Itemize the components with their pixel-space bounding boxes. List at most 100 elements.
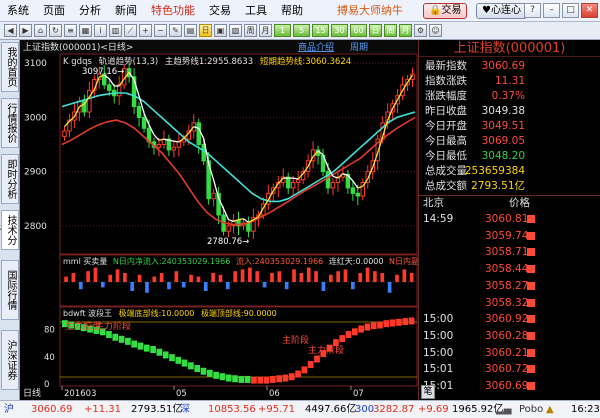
tick-row: 15:01 3060.72 bbox=[419, 361, 600, 377]
period-1min-button[interactable]: 1 bbox=[274, 24, 291, 37]
menu-analysis[interactable]: 分析 bbox=[72, 0, 108, 22]
tool-kline-icon[interactable]: ▥ bbox=[109, 24, 122, 37]
tick-marker bbox=[527, 265, 535, 274]
tab-intraday[interactable]: 即时分析 bbox=[1, 154, 19, 204]
wave-block bbox=[288, 373, 295, 381]
heart-connect-button[interactable]: ♥心连心 bbox=[476, 3, 527, 19]
period-60min-button[interactable]: 60 bbox=[350, 24, 367, 37]
period-15min-button[interactable]: 15 bbox=[312, 24, 329, 37]
tick-marker bbox=[527, 215, 535, 223]
tick-time: 15:00 bbox=[423, 329, 454, 342]
tab-tech[interactable]: 技术分析 bbox=[1, 210, 19, 250]
tool-zoom-out-icon[interactable]: − bbox=[154, 24, 167, 37]
menu-news[interactable]: 新闻 bbox=[108, 0, 144, 22]
tool-multi-icon[interactable]: ▧ bbox=[229, 24, 242, 37]
tool-period-icon[interactable]: ▣ bbox=[214, 24, 227, 37]
quote-value: 253659384 bbox=[464, 165, 525, 177]
price-tick-label: 3000 bbox=[24, 113, 47, 123]
volume-bar bbox=[93, 267, 98, 282]
wave-block bbox=[188, 362, 194, 370]
quote-row: 总成交额 2793.51亿 bbox=[419, 179, 600, 193]
volume-bar bbox=[181, 282, 186, 288]
wave-block bbox=[339, 335, 346, 343]
wave-block bbox=[131, 340, 138, 348]
period-30min-button[interactable]: 30 bbox=[331, 24, 348, 37]
tick-row: 3058.44 bbox=[419, 261, 600, 277]
period-label[interactable]: 周期 bbox=[350, 42, 368, 53]
tool-draw-icon[interactable]: ✎ bbox=[169, 24, 182, 37]
tool-home-icon[interactable]: ⌂ bbox=[34, 24, 47, 37]
tab-my-home[interactable]: 我的首页 bbox=[1, 42, 19, 92]
ticks-header: 北京 价格 bbox=[419, 195, 600, 209]
wave-block bbox=[200, 367, 207, 375]
tool-settings-icon[interactable]: ⚙ bbox=[414, 24, 427, 37]
tool-month-icon[interactable]: 月 bbox=[259, 24, 272, 37]
tool-green-c-icon[interactable]: 月 bbox=[399, 24, 412, 37]
tick-row: 3058.27 bbox=[419, 278, 600, 294]
tool-trend-icon[interactable]: ⟋ bbox=[124, 24, 137, 37]
tool-green-a-icon[interactable]: 日 bbox=[369, 24, 382, 37]
tool-note-icon[interactable]: ▤ bbox=[184, 24, 197, 37]
candle bbox=[171, 146, 177, 151]
tool-forward-icon[interactable]: ▶ bbox=[19, 24, 32, 37]
volume-bar bbox=[314, 271, 318, 282]
status-sz-change: +95.71 bbox=[258, 404, 296, 415]
tick-row: 15:00 3060.28 bbox=[419, 328, 600, 344]
minimize-icon[interactable]: – bbox=[543, 3, 560, 18]
menu-tools[interactable]: 工具 bbox=[238, 0, 274, 22]
tab-global[interactable]: 国际行情 bbox=[1, 260, 19, 320]
volume-bar bbox=[292, 269, 296, 282]
tick-price: 3059.74 bbox=[485, 229, 529, 242]
tick-row: 15:01 3060.69 bbox=[419, 378, 600, 394]
tick-time: 15:00 bbox=[423, 346, 454, 359]
tool-grid-icon[interactable]: ▦ bbox=[79, 24, 92, 37]
wave-block bbox=[194, 365, 201, 373]
wave-tick-label: 80 bbox=[44, 326, 55, 336]
tab-quotes[interactable]: 行情报价 bbox=[1, 98, 19, 148]
wave-header: bdwft 波段王 极端底部线:10.0000 极端顶部线:90.0000 bbox=[63, 308, 277, 318]
maximize-icon[interactable]: □ bbox=[562, 3, 579, 18]
wave-block bbox=[175, 356, 182, 364]
tool-green-b-icon[interactable]: 周 bbox=[384, 24, 397, 37]
wave-block bbox=[162, 351, 169, 359]
vol-outflow: 流入:240353029.1966 bbox=[236, 256, 323, 266]
tool-list-icon[interactable]: ≡ bbox=[64, 24, 77, 37]
menu-trade[interactable]: 交易 bbox=[202, 0, 238, 22]
close-icon[interactable]: ✕ bbox=[581, 3, 598, 18]
ticks-header-right: 价格 bbox=[509, 197, 530, 209]
menu-system[interactable]: 系统 bbox=[0, 0, 36, 22]
wave-block bbox=[238, 375, 245, 383]
status-sh-label: 沪 bbox=[4, 404, 14, 415]
quote-value: 3060.69 bbox=[481, 60, 525, 72]
help-icon[interactable]: ? bbox=[524, 3, 541, 18]
tool-info-icon[interactable]: i bbox=[94, 24, 107, 37]
tool-refresh-icon[interactable]: ↻ bbox=[49, 24, 62, 37]
tool-back-icon[interactable]: ◀ bbox=[4, 24, 17, 37]
menu-help[interactable]: 帮助 bbox=[274, 0, 310, 22]
wave-block bbox=[358, 325, 364, 333]
product-intro-link[interactable]: 商品介绍 bbox=[298, 41, 334, 53]
tool-week-icon[interactable]: 周 bbox=[244, 24, 257, 37]
tool-day-icon[interactable]: 日 bbox=[199, 24, 212, 37]
volume-bar bbox=[328, 274, 333, 282]
quote-value: 11.31 bbox=[494, 75, 525, 87]
menu-page[interactable]: 页面 bbox=[36, 0, 72, 22]
tick-price: 3060.92 bbox=[485, 313, 529, 326]
menu-special[interactable]: 特色功能 bbox=[144, 0, 202, 22]
period-5min-button[interactable]: 5 bbox=[293, 24, 310, 37]
price-tick-label: 3100 bbox=[24, 59, 47, 69]
tool-user-icon[interactable]: ☺ bbox=[429, 24, 442, 37]
wave-block bbox=[345, 331, 352, 339]
tab-sh-sz[interactable]: 沪深证券 bbox=[1, 330, 19, 390]
volume-bar bbox=[174, 271, 179, 282]
volume-header: mml 买卖量 N日内净流入:240353029.1966 流入:2403530… bbox=[63, 256, 418, 266]
candle bbox=[62, 130, 67, 137]
heart-button-label: 心连心 bbox=[490, 5, 521, 16]
trade-button[interactable]: 🔒交易 bbox=[423, 3, 468, 19]
kline-chart[interactable]: 上证指数(000001)<日线> 商品介绍 周期 3100 3000 2900 280… bbox=[20, 40, 418, 400]
tick-price: 3058.27 bbox=[485, 279, 529, 292]
wave-block bbox=[206, 369, 213, 377]
volume-bar bbox=[336, 271, 340, 282]
ticks-tab-button[interactable]: 笔 bbox=[421, 385, 435, 399]
tool-zoom-in-icon[interactable]: + bbox=[139, 24, 152, 37]
